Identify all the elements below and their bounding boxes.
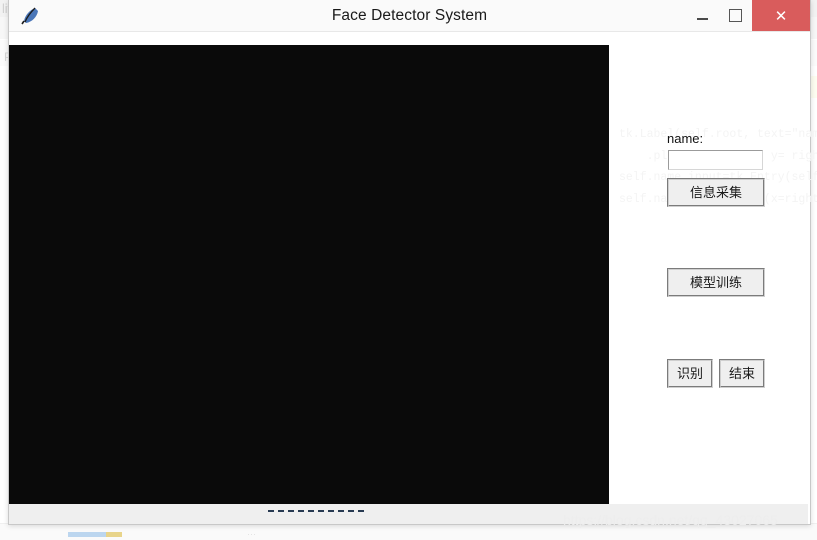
status-indicator-blue (68, 532, 106, 537)
name-input[interactable] (668, 150, 763, 170)
dashed-separator (268, 510, 364, 512)
train-model-button[interactable]: 模型训练 (667, 268, 765, 297)
status-indicator-yellow (106, 532, 122, 537)
name-label: name: (667, 131, 704, 146)
camera-preview-panel[interactable] (9, 45, 609, 504)
window-body: tk.Label(self.root, text="name:",bg="whi… (9, 32, 817, 524)
minimize-button[interactable] (686, 0, 719, 31)
window-title-bar[interactable]: Face Detector System ✕ (9, 0, 810, 32)
watermark: https://blog.csdn.net/qq_43027065 (563, 512, 778, 528)
status-dots-icon: ⋯ (247, 529, 256, 539)
screen: lit View Navigate Code Refactor Run Tool… (0, 0, 817, 540)
end-button[interactable]: 结束 (719, 359, 765, 388)
window-controls[interactable]: ✕ (686, 0, 810, 31)
maximize-icon (729, 9, 742, 22)
maximize-button[interactable] (719, 0, 752, 31)
recognize-button[interactable]: 识别 (667, 359, 713, 388)
collect-info-button[interactable]: 信息采集 (667, 178, 765, 207)
close-icon: ✕ (774, 7, 788, 25)
face-detector-window: Face Detector System ✕ tk.Label(self.roo… (8, 0, 817, 525)
close-button[interactable]: ✕ (752, 0, 810, 31)
minimize-icon (697, 17, 708, 20)
